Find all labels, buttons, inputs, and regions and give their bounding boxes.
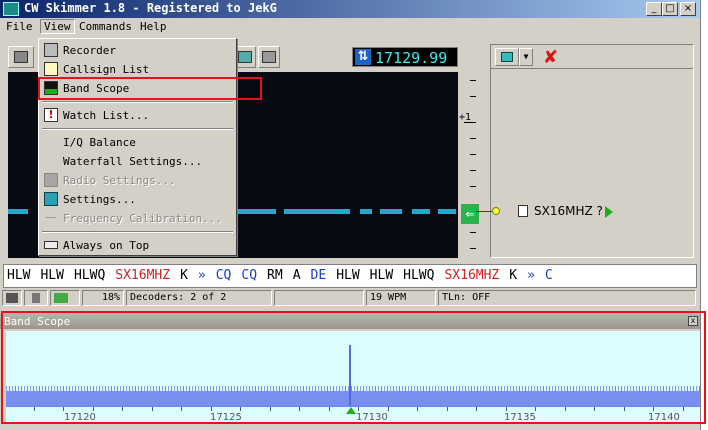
signal-trace <box>380 209 402 214</box>
decoded-token: » <box>527 268 535 283</box>
tune-arrows-icon[interactable]: ⇅ <box>355 49 371 65</box>
list-icon <box>44 62 58 76</box>
menu-item-label: Recorder <box>63 44 116 57</box>
menu-item-label: Watch List... <box>63 109 150 122</box>
signal-trace <box>412 209 430 214</box>
status-icon-a[interactable] <box>2 290 22 306</box>
decoders-status: Decoders: 2 of 2 <box>126 290 272 306</box>
close-button[interactable]: × <box>680 2 696 16</box>
chevron-down-icon[interactable]: ▼ <box>519 48 533 66</box>
signal-trace <box>438 209 456 214</box>
menu-item-settings[interactable]: Settings... <box>41 190 234 209</box>
highlight-band-scope-window <box>1 311 706 424</box>
frequency-display[interactable]: ⇅ 17129.99 <box>352 47 458 67</box>
pin-icon <box>44 241 58 249</box>
decoded-token: K <box>180 268 188 283</box>
signal-trace <box>236 209 276 214</box>
menu-item-label: Callsign List <box>63 63 150 76</box>
spot-view-icon <box>501 52 513 62</box>
spot-dot-icon <box>492 207 500 215</box>
minimize-button[interactable]: _ <box>646 2 662 16</box>
decoded-token: RM <box>267 268 283 283</box>
decoded-token: CQ <box>241 268 258 283</box>
decoded-token: CQ <box>215 268 232 283</box>
settings-icon <box>44 192 58 206</box>
menu-item-frequency-calibration: Frequency Calibration... <box>41 209 234 228</box>
menu-file[interactable]: File <box>6 20 33 33</box>
decoded-token: HLW <box>336 268 360 283</box>
menu-help[interactable]: Help <box>140 20 167 33</box>
view-menu: Recorder Callsign List Band Scope ! Watc… <box>38 38 237 256</box>
title-bar: CW Skimmer 1.8 - Registered to JekG _ □ … <box>0 0 700 18</box>
decoded-token: SX16MHZ <box>444 268 500 283</box>
signal-meter-icon <box>50 290 80 306</box>
signal-trace <box>284 209 350 214</box>
cpu-usage: 18% <box>82 290 124 306</box>
recorder-icon <box>44 43 58 57</box>
menu-item-label: Radio Settings... <box>63 174 176 187</box>
decoded-token: SX16MHZ <box>115 268 171 283</box>
spot-callsign: SX16MHZ ? <box>534 204 603 218</box>
decoded-token: C <box>544 268 553 283</box>
document-icon <box>518 205 528 217</box>
menu-separator <box>42 128 233 130</box>
menu-item-label: Frequency Calibration... <box>63 212 222 225</box>
menu-item-iq-balance[interactable]: I/Q Balance <box>41 133 234 152</box>
frequency-value: 17129.99 <box>375 49 448 67</box>
spots-panel: ▼ ✘ <box>490 44 694 258</box>
calibration-icon <box>46 217 56 218</box>
menu-item-always-on-top[interactable]: Always on Top <box>41 236 234 255</box>
menu-item-watch-list[interactable]: ! Watch List... <box>41 106 234 125</box>
decoded-token: DE <box>310 268 327 283</box>
spot-view-button[interactable] <box>495 48 519 66</box>
toolbar-button-a[interactable] <box>234 46 256 68</box>
waterfall-scale: +1 ⇐ <box>458 72 479 258</box>
menu-item-label: I/Q Balance <box>63 136 136 149</box>
spots-toolbar: ▼ ✘ <box>491 45 693 69</box>
watch-icon: ! <box>44 108 58 122</box>
toolbar-button-b[interactable] <box>258 46 280 68</box>
signal-trace <box>360 209 372 214</box>
decoded-token: HLW <box>40 268 64 283</box>
menu-bar: File View Commands Help <box>0 18 700 36</box>
status-empty <box>274 290 364 306</box>
decoded-token: HLWQ <box>73 268 106 283</box>
decoded-token: A <box>292 268 301 283</box>
app-icon <box>3 2 19 16</box>
menu-commands[interactable]: Commands <box>79 20 132 33</box>
menu-separator <box>42 231 233 233</box>
decoded-token: HLW <box>369 268 394 283</box>
menu-item-label: Always on Top <box>63 239 150 252</box>
decoded-token: » <box>197 268 206 283</box>
menu-item-label: Waterfall Settings... <box>63 155 203 168</box>
menu-item-radio-settings: Radio Settings... <box>41 171 234 190</box>
status-icon-b[interactable] <box>24 290 48 306</box>
highlight-band-scope-item <box>38 77 262 100</box>
recorder-toolbar-button[interactable] <box>8 46 34 68</box>
decoded-token: K <box>509 268 518 283</box>
delete-spots-icon[interactable]: ✘ <box>543 47 558 68</box>
wpm-status: 19 WPM <box>366 290 436 306</box>
tln-status: TLn: OFF <box>438 290 696 306</box>
status-bar: 18% Decoders: 2 of 2 19 WPM TLn: OFF <box>0 290 700 306</box>
decoded-text-line[interactable]: HLW HLW HLWQ SX16MHZ K » CQ CQ RM A DE HLW HLW HLWQ SX… <box>3 264 697 288</box>
decoded-token: HLWQ <box>403 268 435 283</box>
menu-item-label: Settings... <box>63 193 136 206</box>
play-arrow-icon[interactable] <box>605 206 613 218</box>
menu-item-waterfall-settings[interactable]: Waterfall Settings... <box>41 152 234 171</box>
signal-trace <box>8 209 28 214</box>
decoded-token: HLW <box>7 268 31 283</box>
menu-separator <box>42 101 233 103</box>
window-title: CW Skimmer 1.8 - Registered to JekG <box>24 1 277 15</box>
radio-icon <box>44 173 58 187</box>
menu-view[interactable]: View <box>40 19 75 34</box>
tune-marker-arrow-icon[interactable]: ⇐ <box>461 204 479 224</box>
menu-item-recorder[interactable]: Recorder <box>41 41 234 60</box>
maximize-button[interactable]: □ <box>662 2 678 16</box>
scale-label: +1 <box>459 112 472 123</box>
